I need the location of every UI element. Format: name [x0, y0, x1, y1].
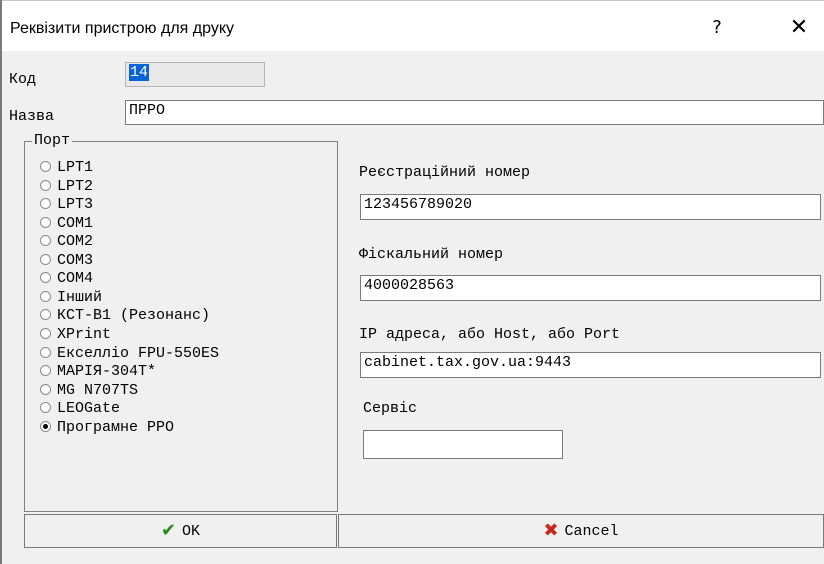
port-option[interactable]: XPrint: [40, 326, 111, 343]
port-option-label: КСТ-В1 (Резонанс): [57, 307, 211, 325]
reg-number-field[interactable]: 123456789020: [360, 194, 821, 220]
radio-icon[interactable]: [40, 327, 51, 339]
code-field[interactable]: 14: [125, 62, 265, 87]
radio-icon[interactable]: [40, 198, 51, 210]
radio-icon[interactable]: [40, 216, 51, 228]
dialog-window: Реквізити пристрою для друку ? ✕ Код 14 …: [0, 0, 824, 564]
port-option[interactable]: LEOGate: [40, 400, 120, 417]
port-group-label: Порт: [32, 132, 73, 149]
port-option[interactable]: MG N707TS: [40, 382, 138, 399]
title-bar[interactable]: Реквізити пристрою для друку ? ✕: [2, 1, 824, 51]
dialog-client-area: Код 14 Назва ПРРО Порт LPT1 LPT2 LPT3 COM1 C…: [2, 51, 824, 564]
port-option-label: Екселліо FPU-550ES: [57, 344, 220, 362]
port-option-label: Інший: [57, 288, 103, 306]
ip-address-label: IP адреса, або Host, або Port: [359, 326, 621, 343]
window-left-edge: [0, 0, 2, 564]
port-option-label: LEOGate: [57, 400, 121, 418]
port-option-label: LPT3: [57, 196, 94, 214]
port-option-label: COM4: [57, 270, 94, 288]
port-option[interactable]: COM2: [40, 233, 93, 250]
service-label: Сервіс: [363, 400, 418, 417]
reg-number-label: Реєстраційний номер: [359, 164, 531, 181]
radio-icon[interactable]: [40, 402, 51, 414]
port-option-label: COM3: [57, 251, 94, 269]
radio-icon[interactable]: [40, 365, 51, 377]
port-option[interactable]: КСТ-В1 (Резонанс): [40, 307, 210, 324]
cross-icon: ✖: [543, 520, 559, 541]
port-option-label: COM2: [57, 233, 94, 251]
port-option[interactable]: LPT3: [40, 196, 93, 213]
ip-address-field[interactable]: cabinet.tax.gov.ua:9443: [360, 352, 821, 378]
port-option-label: МАРІЯ-304Т*: [57, 363, 157, 381]
radio-icon[interactable]: [40, 272, 51, 284]
port-option[interactable]: Інший: [40, 289, 102, 306]
port-option-label: COM1: [57, 214, 94, 232]
port-option-label: LPT1: [57, 159, 94, 176]
radio-icon[interactable]: [40, 309, 51, 321]
port-option-label: LPT2: [57, 177, 94, 195]
port-option-label: MG N707TS: [57, 381, 139, 399]
radio-icon[interactable]: [40, 346, 51, 358]
port-option[interactable]: COM3: [40, 252, 93, 269]
code-label: Код: [9, 71, 37, 88]
cancel-button-label: Cancel: [564, 522, 619, 540]
port-option[interactable]: Програмне РРО: [40, 419, 174, 436]
port-option[interactable]: LPT2: [40, 178, 93, 195]
port-option-label: XPrint: [57, 325, 112, 343]
name-field[interactable]: ПРРО: [125, 100, 824, 125]
radio-icon[interactable]: [40, 179, 51, 191]
cancel-button[interactable]: ✖ Cancel: [338, 514, 824, 548]
port-option[interactable]: COM4: [40, 270, 93, 287]
port-option[interactable]: МАРІЯ-304Т*: [40, 363, 156, 380]
button-bar: ✔ OK ✖ Cancel: [24, 514, 824, 564]
ok-button-label: OK: [182, 522, 201, 540]
close-button[interactable]: ✕: [776, 11, 822, 45]
port-option[interactable]: COM1: [40, 215, 93, 232]
radio-icon[interactable]: [40, 235, 51, 247]
fiscal-number-label: Фіскальний номер: [359, 246, 504, 263]
ok-button[interactable]: ✔ OK: [24, 514, 337, 548]
radio-icon[interactable]: [40, 290, 51, 302]
window-title: Реквізити пристрою для друку: [10, 20, 234, 37]
radio-icon[interactable]: [40, 161, 51, 172]
name-label: Назва: [9, 108, 55, 125]
radio-icon[interactable]: [40, 253, 51, 265]
service-field[interactable]: [363, 430, 563, 459]
code-value: 14: [129, 64, 150, 81]
checkmark-icon: ✔: [160, 520, 177, 541]
fiscal-number-field[interactable]: 4000028563: [360, 275, 821, 301]
port-option-label: Програмне РРО: [57, 418, 175, 436]
help-button[interactable]: ?: [694, 11, 740, 45]
port-option[interactable]: LPT1: [40, 159, 93, 176]
port-option[interactable]: Екселліо FPU-550ES: [40, 345, 219, 362]
radio-selected-icon[interactable]: [40, 420, 51, 432]
radio-icon[interactable]: [40, 383, 51, 395]
